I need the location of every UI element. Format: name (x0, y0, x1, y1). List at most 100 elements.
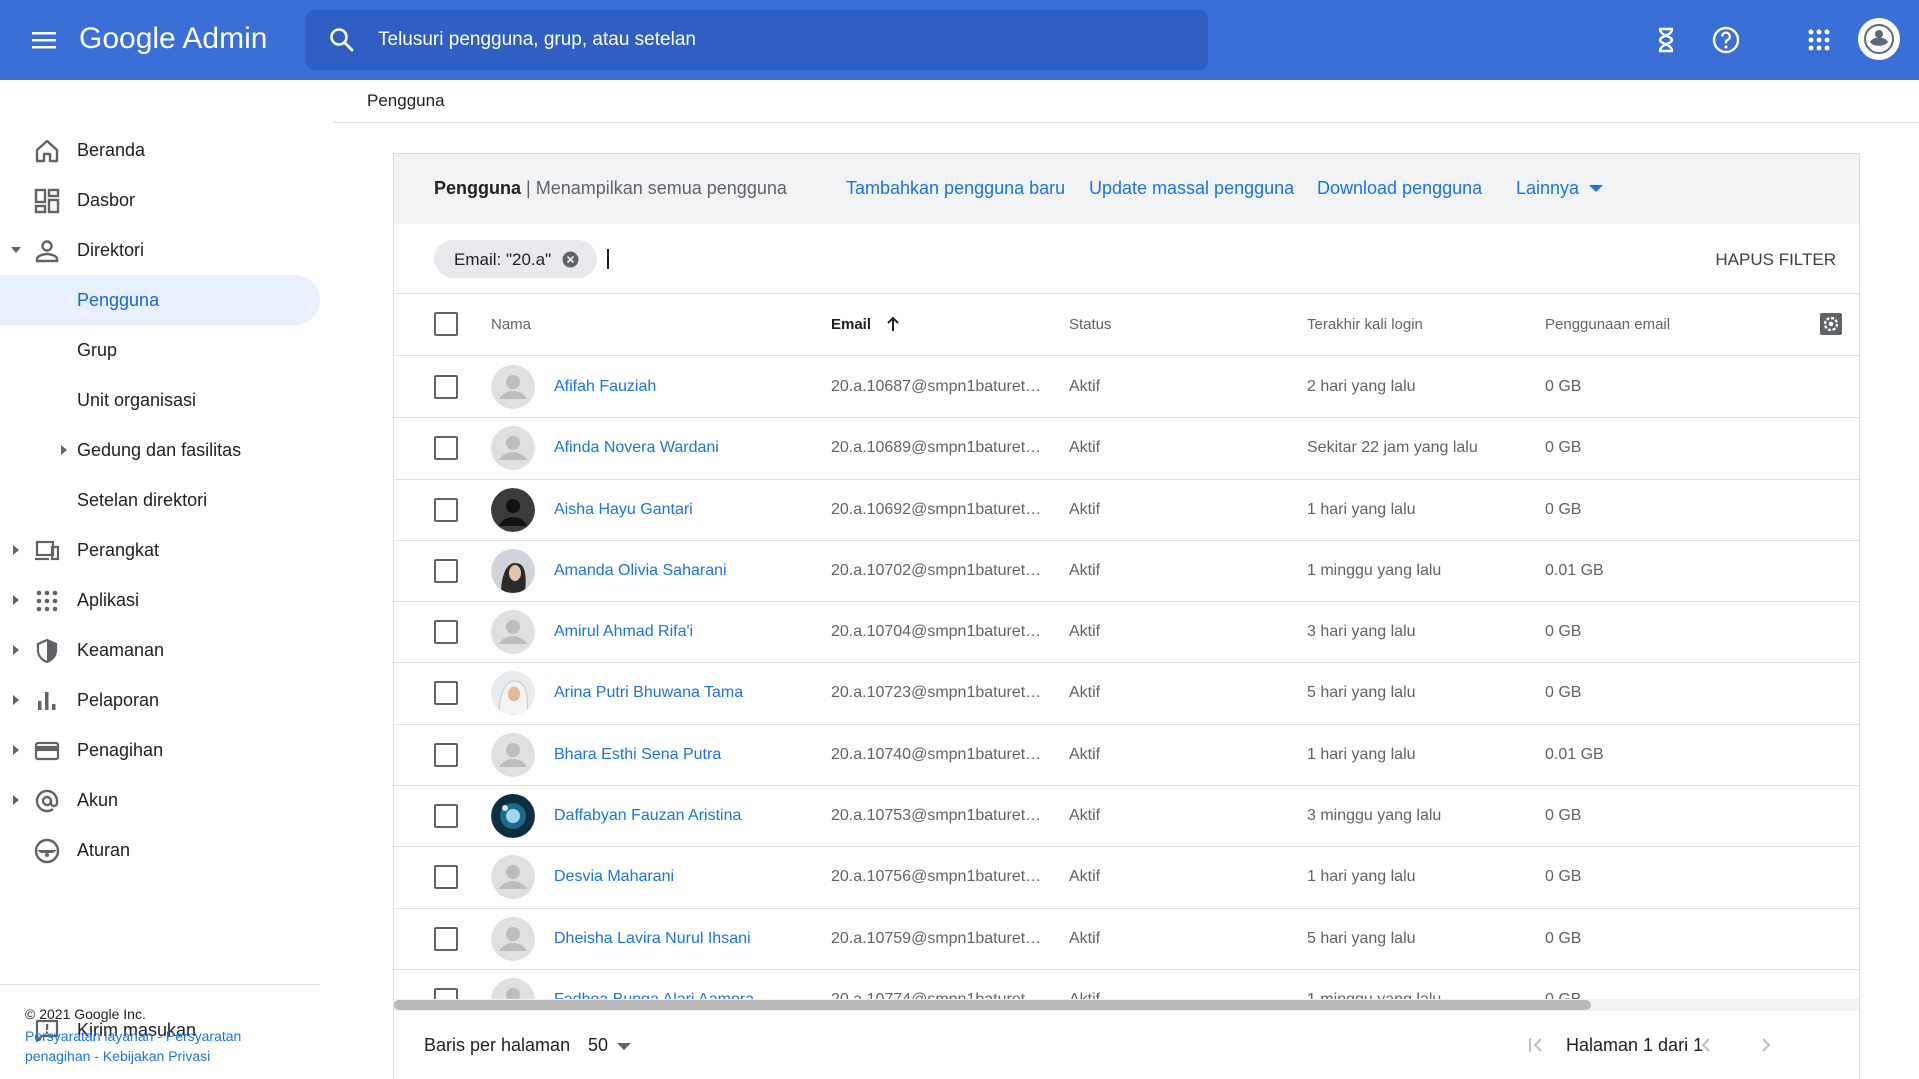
user-last-login: 3 hari yang lalu (1307, 623, 1416, 641)
table-row[interactable]: Dheisha Lavira Nurul Ihsani 20.a.10759@sm… (394, 909, 1859, 970)
hamburger-menu-icon[interactable] (28, 26, 62, 54)
column-header-status[interactable]: Status (1069, 316, 1112, 333)
table-row[interactable]: Amanda Olivia Saharani 20.a.10702@smpn1ba… (394, 541, 1859, 603)
table-row[interactable]: Arina Putri Bhuwana Tama 20.a.10723@smpn1… (394, 663, 1859, 725)
filter-bar: Email: "20.a" HAPUS FILTER (394, 224, 1859, 294)
sort-ascending-icon[interactable] (884, 315, 902, 333)
rows-per-page-dropdown-icon[interactable] (617, 1043, 631, 1050)
search-input[interactable] (378, 24, 1178, 56)
remove-filter-icon[interactable] (562, 251, 579, 268)
caret-right-icon[interactable] (10, 744, 22, 756)
row-checkbox[interactable] (434, 865, 458, 890)
column-settings-icon[interactable] (1819, 312, 1843, 336)
user-email: 20.a.10692@smpn1baturet… (831, 500, 1042, 518)
user-name-link[interactable]: Amanda Olivia Saharani (554, 562, 727, 580)
row-checkbox[interactable] (434, 681, 458, 706)
table-row[interactable]: Afifah Fauziah 20.a.10687@smpn1baturet… Ak… (394, 357, 1859, 419)
row-checkbox[interactable] (434, 742, 458, 767)
user-status: Aktif (1069, 868, 1101, 886)
user-name-link[interactable]: Afinda Novera Wardani (554, 439, 719, 457)
user-name-link[interactable]: Dheisha Lavira Nurul Ihsani (554, 930, 751, 948)
nav-item-keamanan[interactable]: Keamanan (0, 625, 320, 675)
table-row[interactable]: Aisha Hayu Gantari 20.a.10692@smpn1bature… (394, 480, 1859, 541)
table-row[interactable]: Daffabyan Fauzan Aristina 20.a.10753@smpn… (394, 786, 1859, 848)
nav-item-grup[interactable]: Grup (0, 325, 320, 375)
table-row[interactable]: Amirul Ahmad Rifa'i 20.a.10704@smpn1batur… (394, 602, 1859, 664)
account-avatar[interactable] (1858, 18, 1900, 60)
nav-item-pengguna[interactable]: Pengguna (0, 275, 320, 325)
row-checkbox[interactable] (434, 926, 458, 951)
search-icon[interactable] (328, 26, 356, 54)
nav-label: Pengguna (77, 290, 160, 310)
bulk-update-link[interactable]: Update massal pengguna (1089, 178, 1294, 199)
table-row[interactable]: Afinda Novera Wardani 20.a.10689@smpn1bat… (394, 418, 1859, 480)
caret-right-icon[interactable] (10, 794, 22, 806)
row-checkbox[interactable] (434, 375, 458, 399)
row-checkbox[interactable] (434, 497, 458, 522)
row-checkbox[interactable] (434, 804, 458, 829)
nav-item-aturan[interactable]: Aturan (0, 825, 320, 875)
filter-input-cursor[interactable] (607, 249, 609, 269)
search-bar[interactable] (306, 10, 1208, 70)
table-header: Nama Email Status Terakhir kali login Pe… (394, 294, 1859, 356)
help-icon[interactable] (1710, 24, 1742, 56)
nav-item-akun[interactable]: Akun (0, 775, 320, 825)
nav-item-penagihan[interactable]: Penagihan (0, 725, 320, 775)
nav-item-pelaporan[interactable]: Pelaporan (0, 675, 320, 725)
breadcrumb: Pengguna (367, 91, 445, 110)
column-header-email-usage[interactable]: Penggunaan email (1545, 316, 1670, 333)
caret-right-icon[interactable] (10, 694, 22, 706)
hourglass-icon[interactable] (1650, 24, 1682, 56)
more-menu-link[interactable]: Lainnya (1516, 178, 1579, 199)
nav-item-aplikasi[interactable]: Aplikasi (0, 575, 320, 625)
row-checkbox[interactable] (434, 558, 458, 583)
scrollbar-thumb[interactable] (394, 1000, 1591, 1010)
user-name-link[interactable]: Daffabyan Fauzan Aristina (554, 807, 741, 825)
nav-item-unit-organisasi[interactable]: Unit organisasi (0, 375, 320, 425)
user-name-link[interactable]: Bhara Esthi Sena Putra (554, 746, 721, 764)
nav-item-dasbor[interactable]: Dasbor (0, 175, 320, 225)
column-header-email[interactable]: Email (831, 316, 871, 333)
previous-page-icon[interactable] (1694, 1033, 1718, 1057)
app-logo-text[interactable]: Google Admin (79, 22, 267, 56)
user-status: Aktif (1069, 561, 1101, 579)
filter-chip[interactable]: Email: "20.a" (434, 240, 597, 278)
horizontal-scrollbar[interactable] (394, 999, 1859, 1011)
apps-launcher-icon[interactable] (1803, 24, 1835, 56)
first-page-icon[interactable] (1524, 1033, 1548, 1057)
table-row[interactable]: Bhara Esthi Sena Putra 20.a.10740@smpn1ba… (394, 725, 1859, 787)
nav-item-gedung-dan-fasilitas[interactable]: Gedung dan fasilitas (0, 425, 320, 475)
download-users-link[interactable]: Download pengguna (1317, 178, 1482, 199)
user-email-usage: 0 GB (1545, 439, 1582, 457)
next-page-icon[interactable] (1754, 1033, 1778, 1057)
column-header-name[interactable]: Nama (491, 316, 531, 333)
clear-filter-button[interactable]: HAPUS FILTER (1715, 250, 1836, 270)
rows-per-page-select[interactable]: 50 (588, 1035, 608, 1056)
nav-item-beranda[interactable]: Beranda (0, 125, 320, 175)
nav-item-setelan-direktori[interactable]: Setelan direktori (0, 475, 320, 525)
caret-right-icon[interactable] (10, 644, 22, 656)
select-all-checkbox[interactable] (434, 312, 458, 336)
caret-right-icon[interactable] (10, 594, 22, 606)
column-header-last-login[interactable]: Terakhir kali login (1307, 316, 1423, 333)
more-dropdown-icon[interactable] (1589, 185, 1603, 192)
row-checkbox[interactable] (434, 436, 458, 461)
user-name-link[interactable]: Desvia Maharani (554, 868, 674, 886)
caret-right-icon[interactable] (10, 544, 22, 556)
footer-links[interactable]: Persyaratan layanan - Persyaratan penagi… (25, 1026, 285, 1066)
user-name-link[interactable]: Afifah Fauziah (554, 378, 656, 396)
table-row[interactable]: Desvia Maharani 20.a.10756@smpn1baturet… A… (394, 847, 1859, 909)
user-email-usage: 0.01 GB (1545, 745, 1604, 763)
user-status: Aktif (1069, 929, 1101, 947)
row-checkbox[interactable] (434, 620, 458, 645)
rules-icon (34, 838, 60, 864)
nav-label: Perangkat (77, 540, 160, 560)
caret-down-icon[interactable] (10, 244, 22, 256)
add-user-link[interactable]: Tambahkan pengguna baru (846, 178, 1065, 199)
user-name-link[interactable]: Arina Putri Bhuwana Tama (554, 684, 743, 702)
caret-right-icon[interactable] (58, 444, 70, 456)
nav-item-perangkat[interactable]: Perangkat (0, 525, 320, 575)
user-name-link[interactable]: Aisha Hayu Gantari (554, 501, 693, 519)
user-name-link[interactable]: Amirul Ahmad Rifa'i (554, 623, 693, 641)
nav-item-direktori[interactable]: Direktori (0, 225, 320, 275)
